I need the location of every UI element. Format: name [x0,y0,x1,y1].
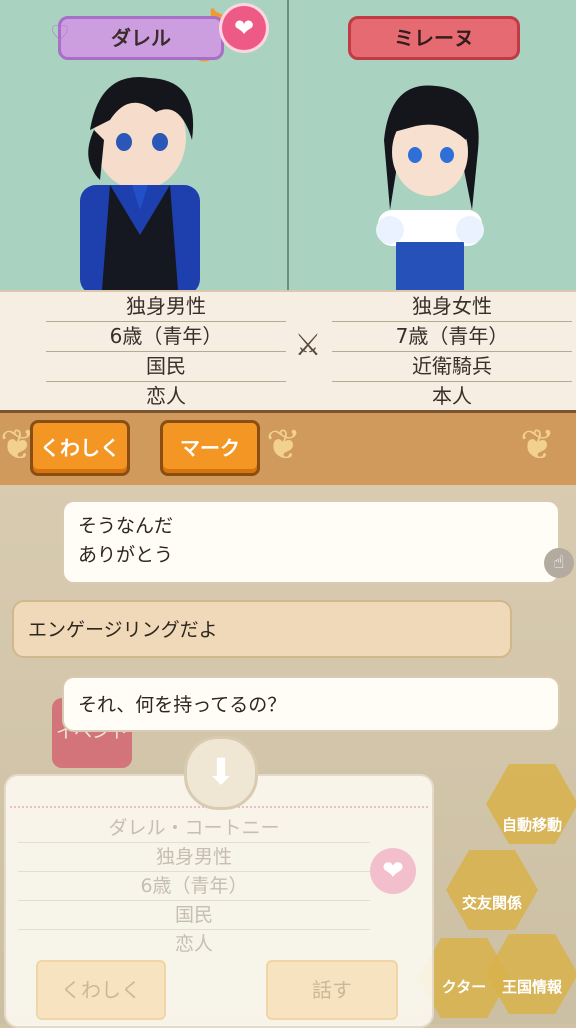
left-status: 独身男性 [46,292,286,322]
panel-heart-icon[interactable]: ❤ [370,848,416,894]
heart-icon[interactable]: ❤ [222,6,266,50]
right-relation: 本人 [432,384,472,408]
dialogue-line-4: それ、何を持ってるの？ [78,694,287,716]
tap-hand-icon: ☝ [544,548,574,578]
panel-age: 6歳（青年） [18,872,370,901]
dialogue-bubble-2: エンゲージリングだよ [12,600,512,658]
left-relation: 恋人 [146,384,186,408]
left-age: 6歳（青年） [46,322,286,352]
panel-class: 国民 [18,901,370,930]
dialogue-line-3: エンゲージリングだよ [28,619,218,641]
left-name-tag: ダレル [58,16,224,60]
details-button[interactable]: くわしく [30,420,130,476]
panel-status: 独身男性 [18,843,370,872]
dialogue-bubble-1: そうなんだ ありがとう [62,500,560,584]
talk-button[interactable]: 話す [266,960,398,1020]
auto-move-label: 自動移動 [501,816,562,834]
left-character-portrait[interactable] [60,60,220,290]
panel-details-button[interactable]: くわしく [36,960,166,1020]
left-class: 国民 [46,352,286,382]
right-character-portrait[interactable] [360,80,500,290]
right-age: 7歳（青年） [332,322,572,352]
dialogue-line-2: ありがとう [78,544,174,566]
mark-button[interactable]: マーク [160,420,260,476]
kingdom-info-label: 王国情報 [501,978,562,996]
dialogue-bubble-3: それ、何を持ってるの？ [62,676,560,732]
right-info-column: 独身女性 7歳（青年） 近衛騎兵 本人 [332,292,572,411]
small-heart-icon: ♡ [50,22,70,47]
ornament-center-icon: ❦ [266,420,302,469]
right-status: 独身女性 [332,292,572,322]
panel-relation: 恋人 [174,933,213,955]
right-name-tag: ミレーヌ [348,16,520,60]
relations-label: 交友関係 [461,894,522,912]
left-info-column: 独身男性 6歳（青年） 国民 恋人 [46,292,286,411]
right-class: 近衛騎兵 [332,352,572,382]
ornament-right-icon: ❦ [520,420,556,469]
dialogue-line-1: そうなんだ [78,515,174,537]
crossed-swords-icon: ⚔ [294,328,322,363]
collapse-arrow-button[interactable]: ⬇ [184,736,258,810]
panel-full-name: ダレル・コートニー [18,814,370,843]
